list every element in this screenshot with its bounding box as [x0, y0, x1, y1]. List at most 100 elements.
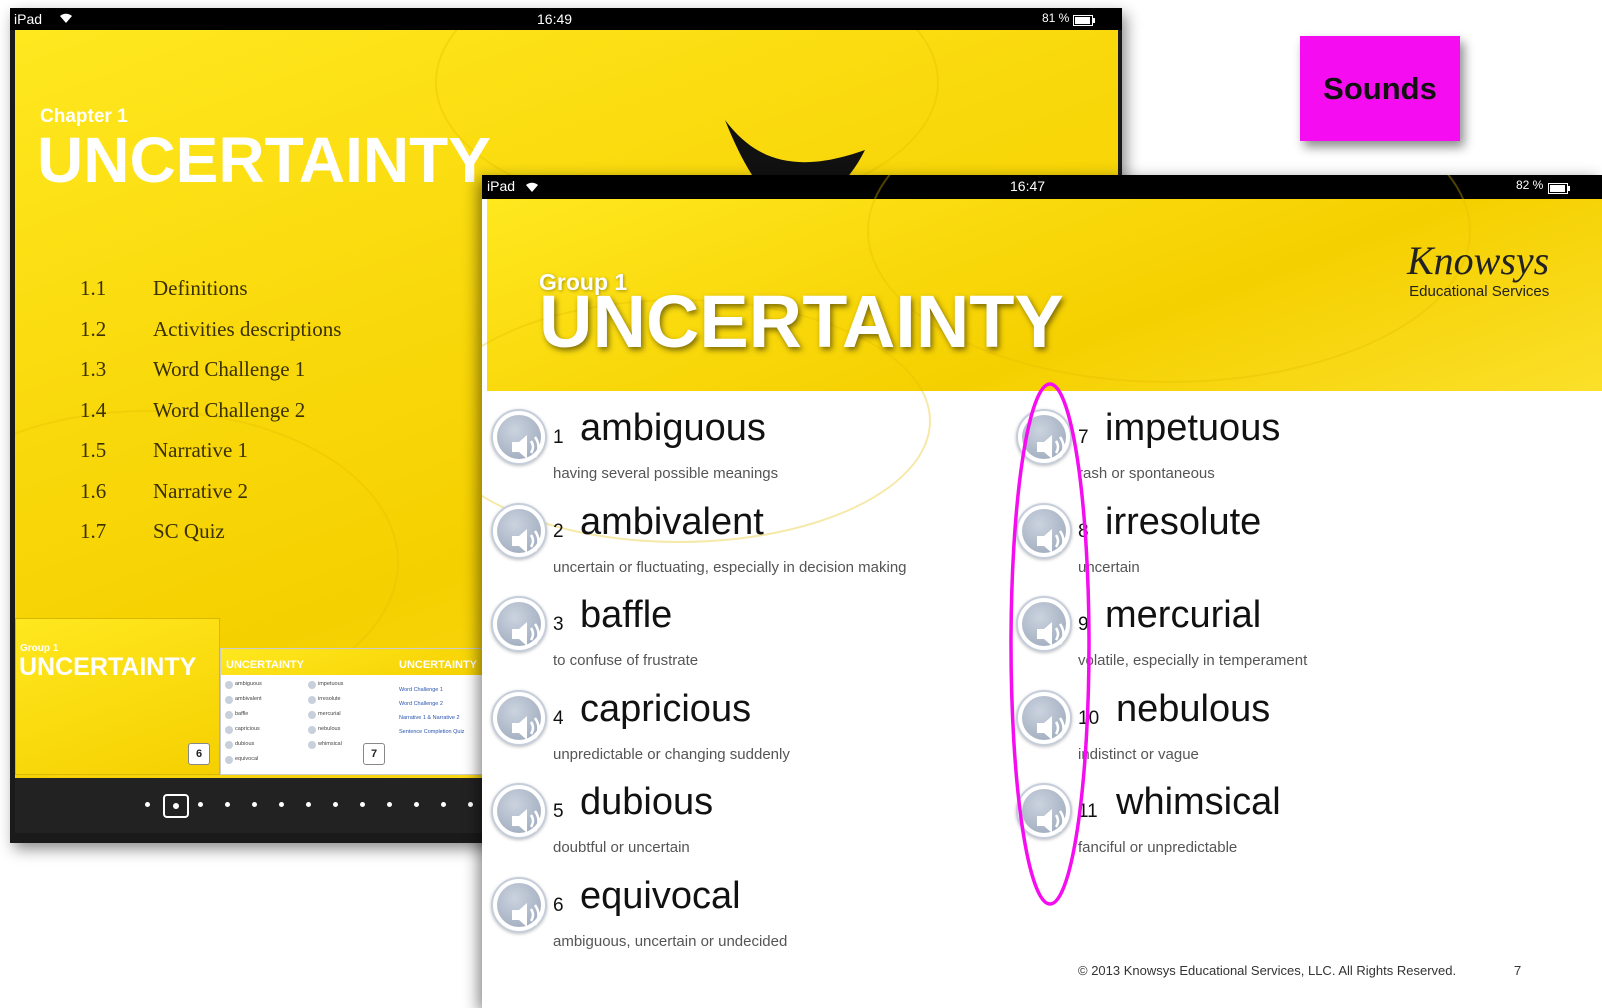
toc-label: Narrative 2	[153, 478, 249, 503]
logo-name: Knowsys	[1407, 238, 1550, 283]
mini-word: irresolute	[318, 696, 341, 702]
mini-speaker-icon	[225, 726, 233, 734]
vocab-number: 4	[553, 707, 564, 729]
page-dot[interactable]	[225, 802, 230, 807]
wifi-icon	[524, 180, 540, 196]
wifi-icon	[58, 11, 74, 27]
vocab-term: nebulous	[1116, 687, 1271, 730]
speaker-play-button[interactable]	[491, 876, 547, 933]
vocab-term: dubious	[580, 781, 714, 823]
toc-label: SC Quiz	[153, 519, 225, 543]
mini-speaker-icon	[308, 726, 316, 734]
vocab-definition: having several possible meanings	[553, 465, 779, 482]
mini-word: nebulous	[318, 726, 341, 732]
vocab-term: ambiguous	[580, 407, 766, 449]
toc-label: Definitions	[153, 276, 248, 300]
page-dot[interactable]	[360, 802, 365, 807]
mini-word: baffle	[235, 711, 249, 717]
mini-word: ambiguous	[235, 681, 262, 687]
mini-word: ambivalent	[235, 696, 262, 702]
mini-word: whimsical	[318, 741, 342, 747]
page-dot[interactable]	[441, 802, 446, 807]
speaker-play-button[interactable]	[491, 783, 547, 839]
device-label: iPad	[487, 178, 516, 194]
toc-label: Word Challenge 1	[153, 357, 306, 381]
page-thumbnail-6[interactable]: Group 1 UNCERTAINTY 6	[15, 618, 220, 775]
vocab-definition: uncertain or fluctuating, especially in …	[553, 558, 907, 576]
mini-link: Sentence Completion Quiz	[399, 729, 465, 735]
mini-word: impetuous	[318, 681, 344, 687]
speaker-play-button[interactable]	[491, 689, 547, 746]
toc-label: Narrative 1	[153, 438, 249, 462]
page-dot[interactable]	[252, 802, 257, 807]
toc-number: 1.2	[80, 316, 107, 341]
speaker-play-button[interactable]	[491, 409, 547, 465]
page-dot[interactable]	[468, 802, 473, 807]
chapter-title: UNCERTAINTY	[37, 124, 491, 196]
mini-word: mercurial	[318, 711, 341, 717]
mini-link: Word Challenge 1	[399, 687, 443, 693]
mini-speaker-icon	[225, 741, 233, 749]
current-page-indicator[interactable]	[163, 794, 189, 818]
vocab-definition: ambiguous, uncertain or undecided	[553, 932, 788, 950]
vocab-term: irresolute	[1105, 500, 1262, 543]
page-badge: 7	[363, 743, 385, 765]
group-title: UNCERTAINTY	[539, 280, 1064, 363]
page-dot[interactable]	[198, 802, 203, 807]
vocab-term: ambivalent	[580, 500, 764, 543]
vocab-number: 5	[553, 801, 564, 822]
vocab-definition: volatile, especially in temperament	[1078, 652, 1308, 669]
page-dot[interactable]	[145, 802, 150, 807]
mini-link: Word Challenge 2	[399, 701, 443, 707]
toc-number: 1.1	[80, 276, 107, 300]
toc-number: 1.6	[80, 478, 107, 503]
vocab-number: 2	[553, 520, 564, 542]
speaker-play-button[interactable]	[491, 502, 547, 559]
speaker-column-highlight-ellipse	[1009, 382, 1091, 906]
mini-word: equivocal	[235, 756, 259, 762]
vocab-term: capricious	[580, 687, 752, 730]
page-number: 7	[1514, 963, 1522, 978]
status-bar: iPad 16:49 81 %	[10, 8, 1122, 30]
toc-number: 1.3	[80, 357, 107, 381]
device-label: iPad	[14, 11, 43, 27]
vocab-term: equivocal	[580, 874, 741, 917]
mini-speaker-icon	[308, 741, 316, 749]
mini-speaker-icon	[225, 681, 233, 689]
knowsys-logo: Knowsys Educational Services	[1407, 238, 1550, 301]
battery-percent: 81 %	[1042, 11, 1070, 25]
toc-number: 1.7	[80, 519, 107, 543]
copyright-notice: © 2013 Knowsys Educational Services, LLC…	[1078, 963, 1457, 978]
sounds-callout-label: Sounds	[1300, 36, 1460, 141]
vocab-definition: unpredictable or changing suddenly	[553, 745, 790, 763]
speaker-play-button[interactable]	[491, 596, 547, 652]
page-dot[interactable]	[333, 802, 338, 807]
page-dot[interactable]	[279, 802, 284, 807]
mini-word: dubious	[235, 741, 255, 747]
mini-link: Narrative 1 & Narrative 2	[399, 715, 460, 721]
vocab-definition: to confuse of frustrate	[553, 652, 699, 669]
thumb-title: UNCERTAINTY	[226, 659, 305, 671]
group-header: Group 1 UNCERTAINTY Knowsys Educational …	[482, 175, 1602, 543]
toc-number: 1.5	[80, 438, 107, 462]
vocab-definition: doubtful or uncertain	[553, 839, 690, 856]
mini-speaker-icon	[308, 696, 316, 704]
toc-label: Activities descriptions	[153, 316, 342, 341]
toc-number: 1.4	[80, 397, 107, 422]
mini-word: capricious	[235, 726, 260, 732]
mini-speaker-icon	[308, 711, 316, 719]
toc-label: Word Challenge 2	[153, 397, 306, 422]
page-dot[interactable]	[306, 802, 311, 807]
page-dot[interactable]	[414, 802, 419, 807]
vocab-number: 1	[553, 427, 564, 448]
mini-speaker-icon	[225, 756, 233, 764]
page-thumbnail-7[interactable]: UNCERTAINTY UNCERTAINTY ambiguous ambiva…	[220, 648, 494, 775]
page-dot[interactable]	[387, 802, 392, 807]
page-badge: 6	[188, 743, 210, 765]
thumb-title: UNCERTAINTY	[19, 653, 197, 681]
vocab-number: 3	[553, 614, 564, 635]
vocab-term: mercurial	[1105, 594, 1262, 636]
mini-speaker-icon	[308, 681, 316, 689]
mini-speaker-icon	[225, 711, 233, 719]
battery-icon	[1548, 181, 1570, 197]
